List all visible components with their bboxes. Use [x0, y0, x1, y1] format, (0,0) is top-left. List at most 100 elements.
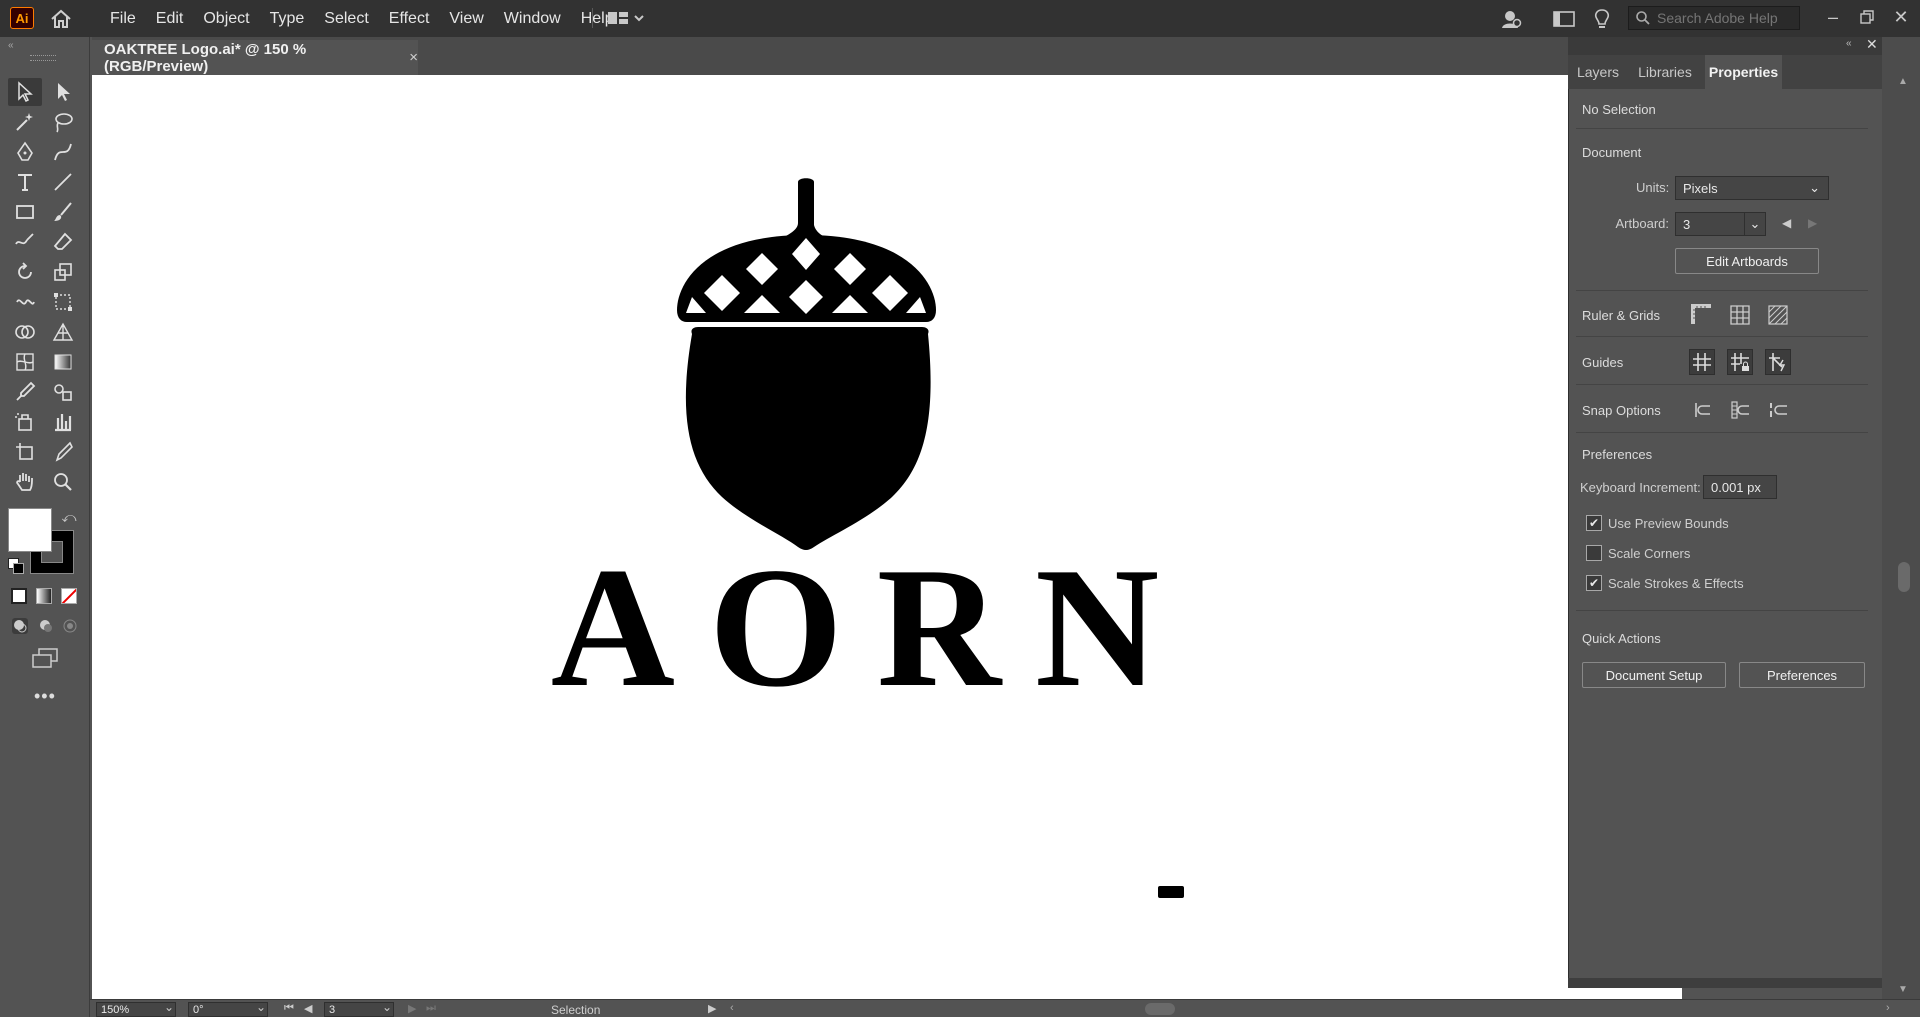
warp-tool-icon[interactable] [8, 288, 42, 316]
shape-builder-tool-icon[interactable] [8, 318, 42, 346]
zoom-tool-icon[interactable] [46, 468, 80, 496]
menu-type[interactable]: Type [260, 10, 315, 28]
snap-to-glyph-icon[interactable] [1765, 397, 1791, 423]
next-artboard-status-icon[interactable]: ▶ [408, 1002, 416, 1015]
help-search-field[interactable] [1628, 6, 1800, 30]
menu-edit[interactable]: Edit [146, 10, 194, 28]
snap-to-pixel-icon[interactable] [1727, 397, 1753, 423]
menu-object[interactable]: Object [193, 10, 259, 28]
draw-normal-icon[interactable] [10, 616, 30, 636]
artboard-dropdown-chevron-icon[interactable]: ⌄ [1744, 212, 1766, 236]
edit-artboards-button[interactable]: Edit Artboards [1675, 248, 1819, 274]
home-icon[interactable] [46, 6, 76, 32]
close-document-icon[interactable]: × [409, 49, 418, 66]
lock-guides-icon[interactable] [1727, 349, 1753, 375]
show-grid-icon[interactable] [1727, 302, 1753, 328]
pen-tool-icon[interactable] [8, 138, 42, 166]
tab-properties[interactable]: Properties [1705, 55, 1782, 89]
restore-window-icon[interactable] [1852, 4, 1882, 30]
checkbox-checked-icon[interactable]: ✔ [1586, 515, 1602, 531]
keyboard-increment-input[interactable]: 0.001 px [1703, 475, 1777, 499]
mesh-tool-icon[interactable] [8, 348, 42, 376]
lightbulb-icon[interactable] [1590, 6, 1614, 32]
scale-tool-icon[interactable] [46, 258, 80, 286]
symbol-sprayer-tool-icon[interactable] [8, 408, 42, 436]
use-preview-bounds-checkbox[interactable]: ✔ Use Preview Bounds [1586, 515, 1729, 531]
direct-selection-tool-icon[interactable] [46, 78, 80, 106]
default-fill-stroke-icon[interactable] [8, 558, 24, 574]
artboard[interactable]: AORN [92, 75, 1682, 999]
snap-to-point-icon[interactable] [1689, 397, 1715, 423]
show-rulers-icon[interactable] [1689, 302, 1715, 328]
checkbox-unchecked-icon[interactable] [1586, 545, 1602, 561]
shaper-tool-icon[interactable] [8, 228, 42, 256]
scroll-right-icon[interactable]: › [1886, 1002, 1890, 1014]
scroll-left-icon[interactable]: ‹ [730, 1002, 734, 1014]
show-guides-icon[interactable] [1689, 349, 1715, 375]
collapse-toolbar-icon[interactable]: « [8, 40, 14, 51]
tab-libraries[interactable]: Libraries [1628, 55, 1702, 89]
rotation-chevron-down-icon[interactable]: ⌄ [256, 1000, 266, 1014]
fill-swatch[interactable] [8, 508, 52, 552]
eyedropper-tool-icon[interactable] [8, 378, 42, 406]
scrollbar-thumb[interactable] [1898, 562, 1910, 592]
perspective-grid-tool-icon[interactable] [46, 318, 80, 346]
column-graph-tool-icon[interactable] [46, 408, 80, 436]
smart-guides-icon[interactable] [1765, 349, 1791, 375]
rotate-tool-icon[interactable] [8, 258, 42, 286]
previous-artboard-icon[interactable]: ◀ [1782, 216, 1791, 230]
scroll-up-icon[interactable]: ▲ [1898, 76, 1908, 87]
document-tab[interactable]: OAKTREE Logo.ai* @ 150 % (RGB/Preview) × [92, 40, 418, 75]
panel-resize-handle[interactable] [1568, 978, 1882, 988]
arrange-documents-icon[interactable] [1552, 8, 1576, 30]
hand-tool-icon[interactable] [8, 468, 42, 496]
rectangle-tool-icon[interactable] [8, 198, 42, 226]
workspace-switcher-icon[interactable] [604, 6, 648, 30]
blend-tool-icon[interactable] [46, 378, 80, 406]
tab-layers[interactable]: Layers [1572, 55, 1624, 89]
transparency-grid-icon[interactable] [1765, 302, 1791, 328]
none-mode-icon[interactable] [61, 588, 77, 604]
gradient-mode-icon[interactable] [36, 588, 52, 604]
checkbox-checked-icon[interactable]: ✔ [1586, 575, 1602, 591]
magic-wand-tool-icon[interactable] [8, 108, 42, 136]
collapse-panel-icon[interactable]: « [1846, 38, 1852, 49]
status-menu-arrow-icon[interactable]: ▶ [708, 1002, 716, 1015]
scale-strokes-effects-checkbox[interactable]: ✔ Scale Strokes & Effects [1586, 575, 1744, 591]
first-artboard-icon[interactable]: ⏮ [284, 1002, 294, 1015]
line-segment-tool-icon[interactable] [46, 168, 80, 196]
artboard-tool-icon[interactable] [8, 438, 42, 466]
eraser-tool-icon[interactable] [46, 228, 80, 256]
minimize-window-icon[interactable]: – [1818, 4, 1848, 30]
draw-inside-icon[interactable] [60, 616, 80, 636]
horizontal-scrollbar-thumb[interactable] [1145, 1003, 1175, 1015]
last-artboard-icon[interactable]: ⏭ [426, 1002, 436, 1015]
preferences-button[interactable]: Preferences [1739, 662, 1865, 688]
paintbrush-tool-icon[interactable] [46, 198, 80, 226]
previous-artboard-status-icon[interactable]: ◀ [304, 1002, 312, 1015]
color-mode-icon[interactable] [11, 588, 27, 604]
slice-tool-icon[interactable] [46, 438, 80, 466]
draw-behind-icon[interactable] [36, 616, 56, 636]
document-setup-button[interactable]: Document Setup [1582, 662, 1726, 688]
screen-mode-icon[interactable] [28, 645, 62, 671]
units-dropdown[interactable]: Pixels ⌄ [1675, 176, 1829, 200]
close-window-icon[interactable]: ✕ [1886, 4, 1916, 30]
zoom-chevron-down-icon[interactable]: ⌄ [164, 1000, 174, 1014]
free-transform-tool-icon[interactable] [46, 288, 80, 316]
search-input[interactable] [1655, 9, 1799, 27]
artboard-nav-chevron-down-icon[interactable]: ⌄ [382, 1000, 392, 1014]
menu-window[interactable]: Window [494, 10, 571, 28]
menu-select[interactable]: Select [314, 10, 378, 28]
acorn-logo-artwork[interactable]: AORN [92, 75, 1570, 999]
scale-corners-checkbox[interactable]: Scale Corners [1586, 545, 1690, 561]
close-panel-icon[interactable]: ✕ [1866, 36, 1878, 53]
user-account-icon[interactable] [1498, 6, 1524, 32]
menu-effect[interactable]: Effect [379, 10, 440, 28]
artboard-input[interactable]: 3 [1675, 212, 1755, 236]
lasso-tool-icon[interactable] [46, 108, 80, 136]
curvature-tool-icon[interactable] [46, 138, 80, 166]
toolbar-grip[interactable] [30, 55, 56, 61]
type-tool-icon[interactable] [8, 168, 42, 196]
edit-toolbar-icon[interactable]: ••• [34, 686, 56, 707]
